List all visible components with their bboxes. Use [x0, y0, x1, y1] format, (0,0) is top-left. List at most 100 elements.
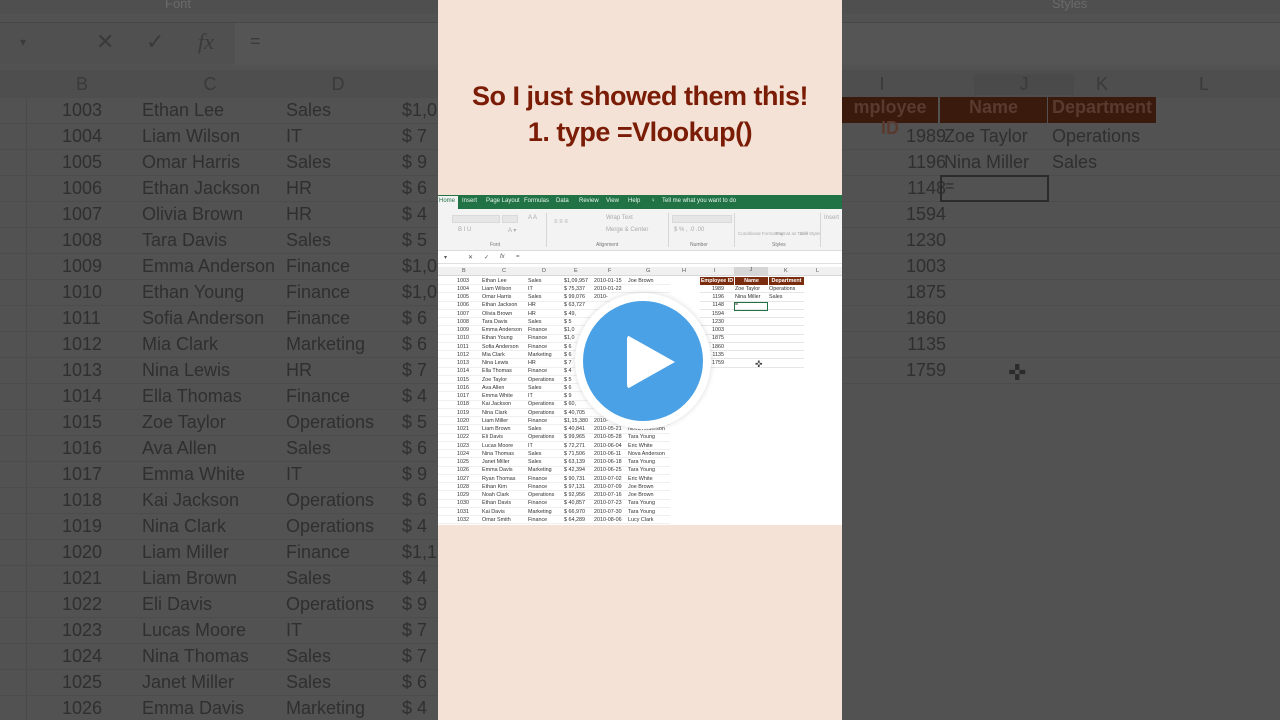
cell-employee-id[interactable]: 1018 [457, 401, 469, 407]
cell-department[interactable]: Operations [528, 377, 554, 383]
cell-name[interactable]: Ethan Kim [482, 484, 507, 490]
cell-department[interactable]: Sales [528, 278, 542, 284]
cell-salary[interactable]: $ 6 [564, 344, 572, 350]
cell-salary[interactable]: $ 4 [564, 368, 572, 374]
cell-name[interactable]: Olivia Brown [482, 311, 512, 317]
cell-department[interactable]: IT [528, 286, 533, 292]
cell-department[interactable]: IT [528, 393, 533, 399]
tab-formulas[interactable]: Formulas [524, 198, 549, 204]
font-name-dropdown[interactable] [452, 215, 500, 223]
cell-employee-id[interactable]: 1007 [457, 311, 469, 317]
cell-salary[interactable]: $ 99,965 [564, 434, 585, 440]
cell-employee-id[interactable]: 1019 [457, 410, 469, 416]
cell-name[interactable]: Liam Miller [482, 418, 508, 424]
cell-employee-id[interactable]: 1016 [457, 385, 469, 391]
cell-manager[interactable]: Joe Brown [628, 278, 653, 284]
col-e[interactable]: E [574, 268, 578, 274]
cell-manager[interactable]: Eric White [628, 476, 653, 482]
cell-employee-id[interactable]: 1013 [457, 360, 469, 366]
cell-salary[interactable]: $ 71,506 [564, 451, 585, 457]
cell-employee-id[interactable]: 1029 [457, 492, 469, 498]
cell-employee-id[interactable]: 1010 [457, 335, 469, 341]
font-color-icon[interactable]: A ▾ [508, 227, 516, 234]
cell-employee-id[interactable]: 1012 [457, 352, 469, 358]
cell-employee-id[interactable]: 1031 [457, 509, 469, 515]
cell-manager[interactable]: Joe Brown [628, 484, 653, 490]
cell-name[interactable]: Lucas Moore [482, 443, 513, 449]
cell-name[interactable]: Janet Miller [482, 459, 510, 465]
cell-salary[interactable]: $ 72,271 [564, 443, 585, 449]
cell-date[interactable]: 2010-08-06 [594, 517, 622, 523]
cell-date[interactable]: 2010-07-09 [594, 484, 622, 490]
cell-name[interactable]: Nina Thomas [482, 451, 514, 457]
cell-department[interactable]: Marketing [528, 467, 552, 473]
lookup-cell-name[interactable]: Nina Miller [735, 294, 760, 300]
lookup-cell-id[interactable]: 1989 [700, 286, 724, 292]
cell-name[interactable]: Kai Davis [482, 509, 505, 515]
cell-name[interactable]: Sofia Anderson [482, 344, 519, 350]
col-c[interactable]: C [502, 268, 506, 274]
cell-department[interactable]: Sales [528, 426, 542, 432]
cell-employee-id[interactable]: 1032 [457, 517, 469, 523]
cell-salary[interactable]: $ 6 [564, 385, 572, 391]
cell-employee-id[interactable]: 1023 [457, 443, 469, 449]
cell-department[interactable]: Finance [528, 517, 547, 523]
cell-department[interactable]: Finance [528, 476, 547, 482]
cell-name[interactable]: Ethan Lee [482, 278, 507, 284]
cell-salary[interactable]: $ 5 [564, 377, 572, 383]
lookup-cell-id[interactable]: 1196 [700, 294, 724, 300]
col-f[interactable]: F [608, 268, 611, 274]
cell-manager[interactable]: Nova Anderson [628, 451, 665, 457]
cell-salary[interactable]: $ 99,076 [564, 294, 585, 300]
cell-department[interactable]: Sales [528, 385, 542, 391]
cell-date[interactable]: 2010-07-30 [594, 509, 622, 515]
cell-department[interactable]: Operations [528, 401, 554, 407]
cell-date[interactable]: 2010-07-23 [594, 500, 622, 506]
cell-department[interactable]: Operations [528, 410, 554, 416]
cell-employee-id[interactable]: 1022 [457, 434, 469, 440]
cell-salary[interactable]: $ 40,857 [564, 500, 585, 506]
cell-employee-id[interactable]: 1024 [457, 451, 469, 457]
cell-name[interactable]: Nina Lewis [482, 360, 508, 366]
cell-department[interactable]: Finance [528, 327, 547, 333]
lookup-cell-id[interactable]: 1230 [700, 319, 724, 325]
insert-button[interactable]: Insert [824, 215, 839, 221]
cell-employee-id[interactable]: 1004 [457, 286, 469, 292]
cell-manager[interactable]: Tara Young [628, 459, 655, 465]
col-l[interactable]: L [816, 268, 819, 274]
tab-help[interactable]: Help [628, 198, 640, 204]
grow-font-icon[interactable]: A A [528, 215, 537, 221]
cell-name[interactable]: Ethan Jackson [482, 302, 517, 308]
currency-percent-icons[interactable]: $ % , .0 .00 [674, 227, 704, 233]
wrap-text-button[interactable]: Wrap Text [606, 215, 633, 221]
cell-employee-id[interactable]: 1006 [457, 302, 469, 308]
bold-icon[interactable]: B I U [458, 227, 471, 233]
cell-salary[interactable]: $ 40,705 [564, 410, 585, 416]
cell-department[interactable]: Sales [528, 451, 542, 457]
cell-manager[interactable]: Eric White [628, 443, 653, 449]
cell-department[interactable]: Finance [528, 418, 547, 424]
play-button[interactable] [575, 293, 711, 429]
cell-manager[interactable]: Tara Young [628, 509, 655, 515]
cell-department[interactable]: Marketing [528, 352, 552, 358]
cell-date[interactable]: 2010-05-21 [594, 426, 622, 432]
fx-icon[interactable]: fx [500, 254, 505, 260]
cell-manager[interactable]: Tara Young [628, 467, 655, 473]
cell-date[interactable]: 2010-06-11 [594, 451, 621, 457]
cell-styles-button[interactable]: Cell Styles [800, 231, 821, 236]
cell-department[interactable]: IT [528, 443, 533, 449]
cell-department[interactable]: Finance [528, 368, 547, 374]
cell-salary[interactable]: $ 97,131 [564, 484, 585, 490]
cell-name[interactable]: Ella Thomas [482, 368, 512, 374]
namebox-dropdown-icon[interactable]: ▾ [444, 254, 447, 261]
cell-salary[interactable]: $ 92,956 [564, 492, 585, 498]
cell-name[interactable]: Emma Davis [482, 467, 513, 473]
cell-employee-id[interactable]: 1009 [457, 327, 469, 333]
cell-salary[interactable]: $ 9 [564, 393, 572, 399]
cell-employee-id[interactable]: 1020 [457, 418, 469, 424]
cell-date[interactable]: 2010-07-16 [594, 492, 622, 498]
cell-department[interactable]: Sales [528, 459, 542, 465]
cell-date[interactable]: 2010-01-15 [594, 278, 622, 284]
cell-department[interactable]: Finance [528, 484, 547, 490]
col-g[interactable]: G [646, 268, 650, 274]
